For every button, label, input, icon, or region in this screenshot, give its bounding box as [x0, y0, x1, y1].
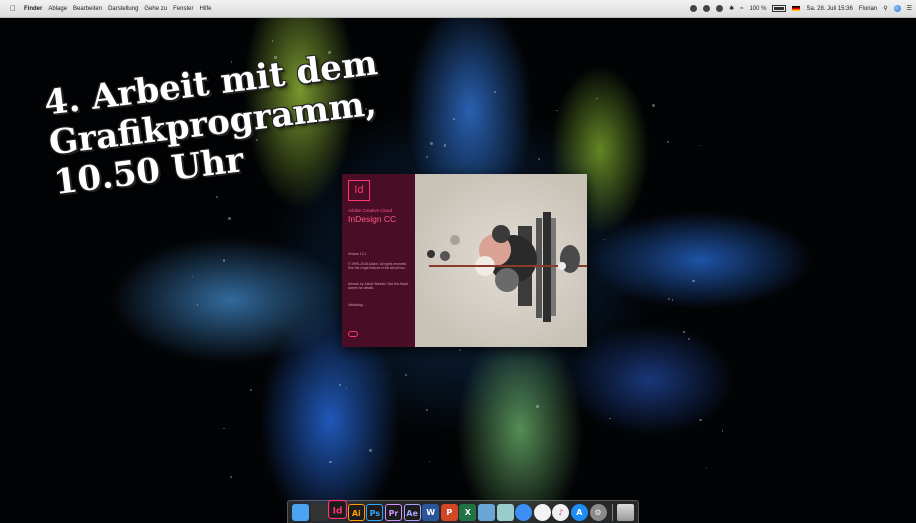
wallpaper-particle — [272, 40, 274, 42]
menu-darstellung[interactable]: Darstellung — [108, 6, 138, 12]
word-icon[interactable]: W — [422, 503, 440, 521]
wallpaper-particle — [345, 387, 348, 390]
finder-icon[interactable] — [292, 503, 309, 521]
wallpaper-particle — [596, 98, 598, 100]
wallpaper-particle — [458, 349, 461, 352]
dropbox-icon[interactable] — [703, 5, 711, 12]
battery-percent[interactable]: 100 % — [749, 6, 766, 12]
splash-product-name: InDesign CC — [348, 214, 397, 224]
wallpaper-particle — [452, 117, 455, 120]
trash-icon[interactable] — [617, 503, 635, 521]
battery-icon[interactable] — [772, 5, 787, 12]
menu-finder[interactable]: Finder — [24, 6, 42, 12]
splash-version: Version 13.1 — [348, 252, 367, 256]
photoshop-icon[interactable]: Ps — [366, 503, 384, 521]
wallpaper-particle — [191, 276, 193, 278]
menubar-user[interactable]: Florian — [859, 6, 877, 12]
bluetooth-icon[interactable]: ✱ — [729, 5, 734, 12]
splash-info-panel: Id Adobe Creative Cloud InDesign CC Vers… — [342, 174, 415, 347]
splash-artwork-graphic — [427, 212, 587, 322]
wallpaper-particle — [339, 383, 342, 386]
itunes-icon[interactable]: ♪ — [552, 503, 570, 521]
wallpaper-particle — [687, 338, 690, 341]
wifi-icon[interactable]: ≈ — [740, 6, 743, 12]
launchpad-icon[interactable] — [310, 503, 328, 521]
wallpaper-particle — [250, 389, 252, 391]
wallpaper-particle — [721, 429, 724, 432]
wallpaper-particle — [705, 466, 707, 468]
wallpaper-particle — [494, 90, 496, 93]
time-machine-icon[interactable] — [716, 5, 724, 12]
splash-copyright: © 1999–2018 Adobe. All rights reserved. … — [348, 262, 408, 271]
indesign-logo-icon: Id — [348, 180, 370, 201]
wallpaper-particle — [683, 331, 685, 333]
image-capture-icon[interactable] — [496, 503, 514, 521]
wallpaper-particle — [223, 427, 225, 430]
wallpaper-particle — [575, 346, 578, 349]
menu-bearbeiten[interactable]: Bearbeiten — [73, 6, 102, 12]
apple-icon[interactable]:  — [10, 4, 16, 13]
input-source-flag-icon[interactable] — [792, 6, 801, 11]
wallpaper-particle — [425, 408, 428, 411]
wallpaper-particle — [215, 196, 218, 199]
indesign-icon[interactable]: Id — [328, 499, 348, 519]
wallpaper-particle — [556, 109, 558, 111]
menubar-clock[interactable]: Sa. 28. Juli 15:36 — [806, 6, 852, 12]
wallpaper-particle — [228, 217, 231, 220]
siri-icon[interactable] — [893, 5, 901, 12]
safari-icon[interactable] — [515, 503, 533, 521]
excel-icon[interactable]: X — [459, 503, 477, 521]
wallpaper-particle — [666, 141, 670, 144]
wallpaper-particle — [404, 373, 408, 377]
photos-icon[interactable] — [533, 503, 551, 521]
wallpaper-particle — [222, 259, 226, 262]
menu-fenster[interactable]: Fenster — [173, 6, 193, 12]
wallpaper-particle — [692, 279, 695, 283]
wallpaper-particle — [609, 417, 611, 420]
dock-separator — [612, 503, 614, 521]
splash-loading-status: Initializing… — [348, 303, 366, 307]
wallpaper-particle — [698, 145, 700, 147]
wallpaper-particle — [196, 304, 199, 306]
system-preferences-icon[interactable]: ⚙ — [589, 503, 607, 521]
wallpaper-particle — [535, 404, 539, 408]
preview-icon[interactable] — [477, 503, 495, 521]
wallpaper-particle — [672, 299, 674, 301]
splash-brand: Adobe Creative Cloud — [348, 208, 393, 213]
splash-credits: Artwork by Jakub Waleski. See the About … — [348, 282, 409, 291]
app-store-icon[interactable]: A — [570, 503, 588, 521]
dock: Id Ai Ps Pr Ae W P X ♪ A ⚙ — [287, 499, 639, 523]
menu-hilfe[interactable]: Hilfe — [199, 6, 211, 12]
wallpaper-particle — [230, 475, 232, 478]
illustrator-icon[interactable]: Ai — [347, 503, 365, 521]
creative-cloud-icon[interactable] — [690, 5, 698, 12]
wallpaper-particle — [369, 449, 372, 452]
wallpaper-particle — [329, 460, 332, 464]
menu-gehe-zu[interactable]: Gehe zu — [144, 6, 167, 12]
notification-center-icon[interactable]: ☰ — [907, 5, 912, 12]
splash-artwork — [415, 174, 587, 347]
wallpaper-particle — [537, 157, 541, 161]
indesign-splash-screen: Id Adobe Creative Cloud InDesign CC Vers… — [342, 174, 587, 347]
powerpoint-icon[interactable]: P — [440, 503, 458, 521]
wallpaper-particle — [603, 238, 605, 240]
menu-ablage[interactable]: Ablage — [48, 6, 67, 12]
wallpaper-particle — [668, 298, 671, 301]
menu-bar:  Finder Ablage Bearbeiten Darstellung G… — [0, 0, 916, 18]
wallpaper-particle — [428, 460, 430, 462]
wallpaper-particle — [699, 418, 702, 422]
premiere-icon[interactable]: Pr — [384, 503, 402, 521]
creative-cloud-logo-icon — [348, 331, 358, 337]
spotlight-search-icon[interactable]: ⚲ — [883, 5, 887, 12]
after-effects-icon[interactable]: Ae — [403, 503, 421, 521]
wallpaper-particle — [652, 104, 655, 107]
